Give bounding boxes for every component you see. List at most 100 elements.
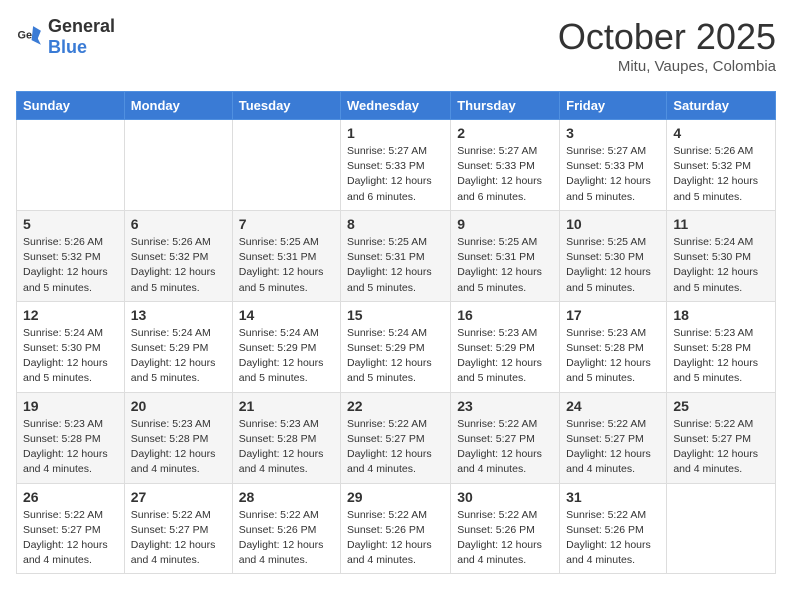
calendar-week-row: 12 Sunrise: 5:24 AM Sunset: 5:30 PM Dayli… <box>17 301 776 392</box>
calendar-cell: 14Sunrise: 5:24 AM Sunset: 5:29 PM Dayli… <box>232 301 340 392</box>
day-number: 13 <box>131 307 226 323</box>
location-title: Mitu, Vaupes, Colombia <box>558 58 776 75</box>
calendar-cell: 18 Sunrise: 5:23 AM Sunset: 5:28 PM Dayli… <box>667 301 776 392</box>
day-number: 29 <box>347 489 444 505</box>
calendar-cell: 28 Sunrise: 5:22 AM Sunset: 5:26 PM Dayli… <box>232 483 340 574</box>
calendar-cell: 15Sunrise: 5:24 AM Sunset: 5:29 PM Dayli… <box>341 301 451 392</box>
day-info: Sunrise: 5:23 AM Sunset: 5:28 PM Dayligh… <box>23 417 118 478</box>
calendar-week-row: 5 Sunrise: 5:26 AM Sunset: 5:32 PM Daylig… <box>17 210 776 301</box>
day-info: Sunrise: 5:22 AM Sunset: 5:27 PM Dayligh… <box>347 417 444 478</box>
calendar-week-row: 1 Sunrise: 5:27 AM Sunset: 5:33 PM Daylig… <box>17 120 776 211</box>
calendar-cell: 27Sunrise: 5:22 AM Sunset: 5:27 PM Dayli… <box>124 483 232 574</box>
logo-text-blue: Blue <box>48 37 87 57</box>
calendar-cell: 22Sunrise: 5:22 AM Sunset: 5:27 PM Dayli… <box>341 392 451 483</box>
calendar-cell: 24 Sunrise: 5:22 AM Sunset: 5:27 PM Dayli… <box>560 392 667 483</box>
day-info: Sunrise: 5:24 AM Sunset: 5:30 PM Dayligh… <box>23 326 118 387</box>
day-info: Sunrise: 5:24 AM Sunset: 5:30 PM Dayligh… <box>673 235 769 296</box>
calendar-cell: 2Sunrise: 5:27 AM Sunset: 5:33 PM Daylig… <box>451 120 560 211</box>
calendar-table: SundayMondayTuesdayWednesdayThursdayFrid… <box>16 91 776 574</box>
calendar-cell: 16 Sunrise: 5:23 AM Sunset: 5:29 PM Dayli… <box>451 301 560 392</box>
title-block: October 2025 Mitu, Vaupes, Colombia <box>558 16 776 75</box>
day-number: 18 <box>673 307 769 323</box>
day-info: Sunrise: 5:25 AM Sunset: 5:30 PM Dayligh… <box>566 235 660 296</box>
day-number: 28 <box>239 489 334 505</box>
day-info: Sunrise: 5:23 AM Sunset: 5:28 PM Dayligh… <box>566 326 660 387</box>
day-number: 23 <box>457 398 553 414</box>
day-number: 11 <box>673 216 769 232</box>
calendar-cell: 30 Sunrise: 5:22 AM Sunset: 5:26 PM Dayli… <box>451 483 560 574</box>
day-info: Sunrise: 5:25 AM Sunset: 5:31 PM Dayligh… <box>457 235 553 296</box>
calendar-cell: 31Sunrise: 5:22 AM Sunset: 5:26 PM Dayli… <box>560 483 667 574</box>
calendar-cell: 1 Sunrise: 5:27 AM Sunset: 5:33 PM Daylig… <box>341 120 451 211</box>
day-info: Sunrise: 5:22 AM Sunset: 5:27 PM Dayligh… <box>673 417 769 478</box>
page-header: Gen General Blue October 2025 Mitu, Vaup… <box>16 16 776 75</box>
day-info: Sunrise: 5:26 AM Sunset: 5:32 PM Dayligh… <box>131 235 226 296</box>
day-info: Sunrise: 5:26 AM Sunset: 5:32 PM Dayligh… <box>23 235 118 296</box>
day-number: 12 <box>23 307 118 323</box>
calendar-cell: 25Sunrise: 5:22 AM Sunset: 5:27 PM Dayli… <box>667 392 776 483</box>
day-number: 16 <box>457 307 553 323</box>
weekday-header-sunday: Sunday <box>17 92 125 120</box>
calendar-cell: 20 Sunrise: 5:23 AM Sunset: 5:28 PM Dayli… <box>124 392 232 483</box>
day-number: 6 <box>131 216 226 232</box>
day-info: Sunrise: 5:22 AM Sunset: 5:26 PM Dayligh… <box>457 508 553 569</box>
day-info: Sunrise: 5:26 AM Sunset: 5:32 PM Dayligh… <box>673 144 769 205</box>
day-info: Sunrise: 5:24 AM Sunset: 5:29 PM Dayligh… <box>347 326 444 387</box>
day-info: Sunrise: 5:23 AM Sunset: 5:28 PM Dayligh… <box>131 417 226 478</box>
day-number: 5 <box>23 216 118 232</box>
weekday-header-friday: Friday <box>560 92 667 120</box>
day-info: Sunrise: 5:22 AM Sunset: 5:27 PM Dayligh… <box>566 417 660 478</box>
day-info: Sunrise: 5:24 AM Sunset: 5:29 PM Dayligh… <box>131 326 226 387</box>
calendar-week-row: 19 Sunrise: 5:23 AM Sunset: 5:28 PM Dayli… <box>17 392 776 483</box>
day-number: 1 <box>347 125 444 141</box>
day-number: 19 <box>23 398 118 414</box>
day-number: 21 <box>239 398 334 414</box>
day-info: Sunrise: 5:27 AM Sunset: 5:33 PM Dayligh… <box>566 144 660 205</box>
day-info: Sunrise: 5:23 AM Sunset: 5:28 PM Dayligh… <box>673 326 769 387</box>
month-title: October 2025 <box>558 16 776 58</box>
calendar-cell: 13 Sunrise: 5:24 AM Sunset: 5:29 PM Dayli… <box>124 301 232 392</box>
calendar-cell <box>17 120 125 211</box>
weekday-header-thursday: Thursday <box>451 92 560 120</box>
day-info: Sunrise: 5:25 AM Sunset: 5:31 PM Dayligh… <box>239 235 334 296</box>
day-number: 20 <box>131 398 226 414</box>
calendar-cell <box>124 120 232 211</box>
day-info: Sunrise: 5:23 AM Sunset: 5:29 PM Dayligh… <box>457 326 553 387</box>
calendar-cell: 3 Sunrise: 5:27 AM Sunset: 5:33 PM Daylig… <box>560 120 667 211</box>
day-info: Sunrise: 5:27 AM Sunset: 5:33 PM Dayligh… <box>457 144 553 205</box>
day-info: Sunrise: 5:27 AM Sunset: 5:33 PM Dayligh… <box>347 144 444 205</box>
day-number: 9 <box>457 216 553 232</box>
calendar-cell <box>667 483 776 574</box>
day-info: Sunrise: 5:22 AM Sunset: 5:27 PM Dayligh… <box>23 508 118 569</box>
day-number: 10 <box>566 216 660 232</box>
calendar-cell: 12 Sunrise: 5:24 AM Sunset: 5:30 PM Dayli… <box>17 301 125 392</box>
calendar-cell: 7 Sunrise: 5:25 AM Sunset: 5:31 PM Daylig… <box>232 210 340 301</box>
day-number: 24 <box>566 398 660 414</box>
weekday-header-wednesday: Wednesday <box>341 92 451 120</box>
day-info: Sunrise: 5:23 AM Sunset: 5:28 PM Dayligh… <box>239 417 334 478</box>
weekday-header-monday: Monday <box>124 92 232 120</box>
day-number: 3 <box>566 125 660 141</box>
calendar-cell: 11 Sunrise: 5:24 AM Sunset: 5:30 PM Dayli… <box>667 210 776 301</box>
day-info: Sunrise: 5:22 AM Sunset: 5:26 PM Dayligh… <box>347 508 444 569</box>
calendar-cell: 21 Sunrise: 5:23 AM Sunset: 5:28 PM Dayli… <box>232 392 340 483</box>
weekday-header-row: SundayMondayTuesdayWednesdayThursdayFrid… <box>17 92 776 120</box>
calendar-cell: 4 Sunrise: 5:26 AM Sunset: 5:32 PM Daylig… <box>667 120 776 211</box>
day-info: Sunrise: 5:22 AM Sunset: 5:27 PM Dayligh… <box>457 417 553 478</box>
calendar-cell: 19 Sunrise: 5:23 AM Sunset: 5:28 PM Dayli… <box>17 392 125 483</box>
weekday-header-tuesday: Tuesday <box>232 92 340 120</box>
logo-icon: Gen <box>16 23 44 51</box>
day-number: 30 <box>457 489 553 505</box>
logo: Gen General Blue <box>16 16 115 58</box>
day-info: Sunrise: 5:24 AM Sunset: 5:29 PM Dayligh… <box>239 326 334 387</box>
day-number: 7 <box>239 216 334 232</box>
day-number: 4 <box>673 125 769 141</box>
calendar-cell: 23 Sunrise: 5:22 AM Sunset: 5:27 PM Dayli… <box>451 392 560 483</box>
logo-text-general: General <box>48 16 115 36</box>
calendar-cell: 6 Sunrise: 5:26 AM Sunset: 5:32 PM Daylig… <box>124 210 232 301</box>
day-info: Sunrise: 5:25 AM Sunset: 5:31 PM Dayligh… <box>347 235 444 296</box>
calendar-cell <box>232 120 340 211</box>
weekday-header-saturday: Saturday <box>667 92 776 120</box>
day-info: Sunrise: 5:22 AM Sunset: 5:26 PM Dayligh… <box>239 508 334 569</box>
calendar-cell: 9 Sunrise: 5:25 AM Sunset: 5:31 PM Daylig… <box>451 210 560 301</box>
